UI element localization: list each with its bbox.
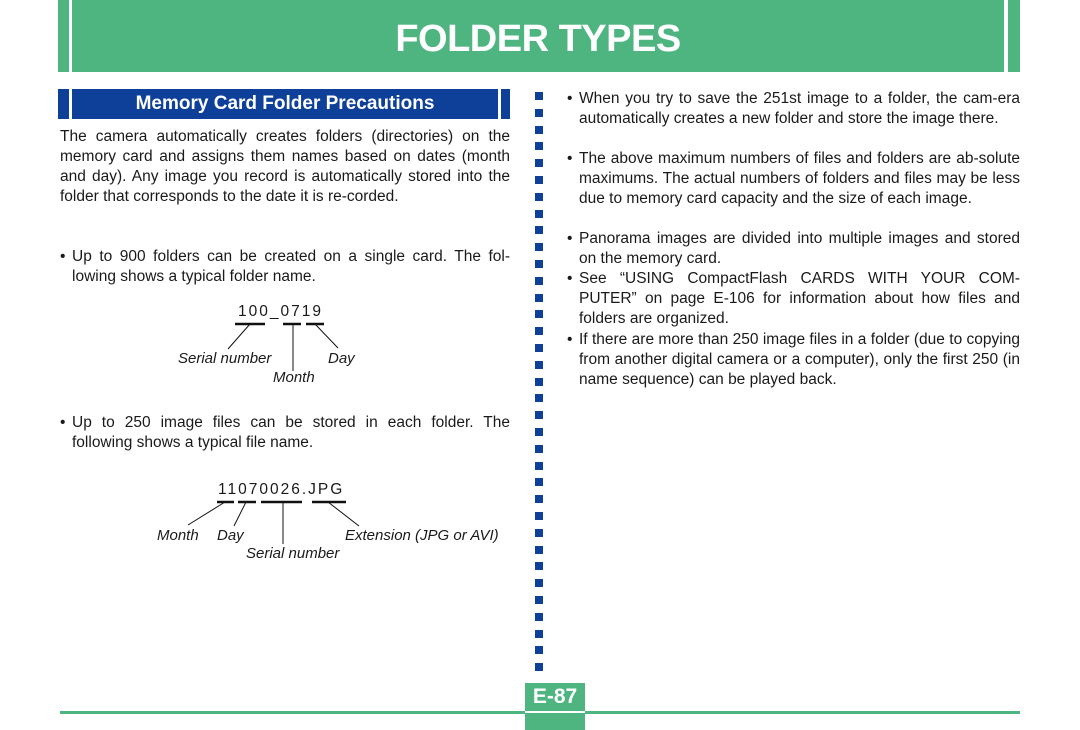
bullet-text: Up to 250 image files can be stored in e… [72,414,510,451]
divider-square [535,377,543,386]
divider-square [535,478,543,487]
bullet-icon: • [567,331,573,348]
divider-square [535,125,543,134]
banner-left-stripe [58,0,69,72]
month-label: Month [273,369,315,386]
bullet-text: If there are more than 250 image files i… [579,331,1020,388]
page-number-tab: E-87 [525,683,585,730]
day-leader [233,501,247,527]
folder-name-diagram: 100_0719 Serial number Day Month [170,303,370,393]
day-leader [314,323,339,349]
bullet-icon: • [567,90,573,107]
divider-square [535,276,543,285]
divider-square [535,360,543,369]
divider-square [535,511,543,520]
divider-square [535,612,543,621]
divider-square [535,595,543,604]
serial-number-label: Serial number [246,545,340,562]
file-name-diagram: 11070026.JPG Month Day Extension (JPG or… [150,481,520,571]
bullet-icon: • [567,230,573,247]
month-leader [187,501,226,526]
divider-square [535,259,543,268]
bullet-icon: • [567,270,573,287]
month-label: Month [157,527,199,544]
divider-square [535,461,543,470]
section-right-stripe [501,89,510,119]
divider-square [535,175,543,184]
folder-diagram-lines [227,322,339,371]
serial-leader [227,323,251,350]
extension-leader [327,501,360,527]
bullet-text: Panorama images are divided into multipl… [579,230,1020,267]
divider-square [535,142,543,151]
list-item: • When you try to save the 251st image t… [567,89,1020,129]
title-banner: FOLDER TYPES [58,0,1020,72]
list-item: • Up to 250 image files can be stored in… [60,413,510,453]
divider-square [535,427,543,436]
divider-square [535,495,543,504]
divider-square [535,192,543,201]
section-left-stripe [58,89,69,119]
page-tab-gap [525,711,585,713]
day-label: Day [217,527,244,544]
section-header-main: Memory Card Folder Precautions [72,89,498,119]
divider-square [535,243,543,252]
divider-square [535,108,543,117]
intro-paragraph: The camera automatically creates folders… [60,128,510,205]
divider-square [535,545,543,554]
divider-square [535,310,543,319]
divider-square [535,528,543,537]
bullet-icon: • [60,414,66,431]
list-item: • See “USING CompactFlash CARDS WITH YOU… [567,269,1020,329]
bullet-text: Up to 900 folders can be created on a si… [72,248,510,285]
divider-square [535,562,543,571]
divider-square [535,646,543,655]
list-item: • Up to 900 folders can be created on a … [60,247,510,287]
page-number: E-87 [532,685,578,708]
banner-right-stripe [1008,0,1020,72]
list-item: • The above maximum numbers of files and… [567,149,1020,209]
divider-square [535,444,543,453]
divider-square [535,629,543,638]
list-item: • If there are more than 250 image files… [567,330,1020,390]
section-header: Memory Card Folder Precautions [58,89,510,119]
banner-main: FOLDER TYPES [72,0,1004,72]
bullet-icon: • [60,248,66,265]
divider-square [535,394,543,403]
extension-label: Extension (JPG or AVI) [345,527,499,544]
divider-square [535,159,543,168]
divider-square [535,579,543,588]
column-divider [535,92,544,680]
section-title: Memory Card Folder Precautions [135,93,435,114]
serial-number-label: Serial number [178,350,272,367]
divider-square [535,92,543,100]
list-item: • Panorama images are divided into multi… [567,229,1020,269]
divider-square [535,226,543,235]
bullet-icon: • [567,150,573,167]
bullet-text: When you try to save the 251st image to … [579,90,1020,127]
divider-square [535,663,543,672]
divider-square [535,411,543,420]
divider-square [535,293,543,302]
page-title: FOLDER TYPES [395,17,681,60]
divider-square [535,209,543,218]
divider-square [535,327,543,336]
divider-square [535,343,543,352]
bullet-text: See “USING CompactFlash CARDS WITH YOUR … [579,270,1020,327]
day-label: Day [328,350,355,367]
bullet-text: The above maximum numbers of files and f… [579,150,1020,207]
